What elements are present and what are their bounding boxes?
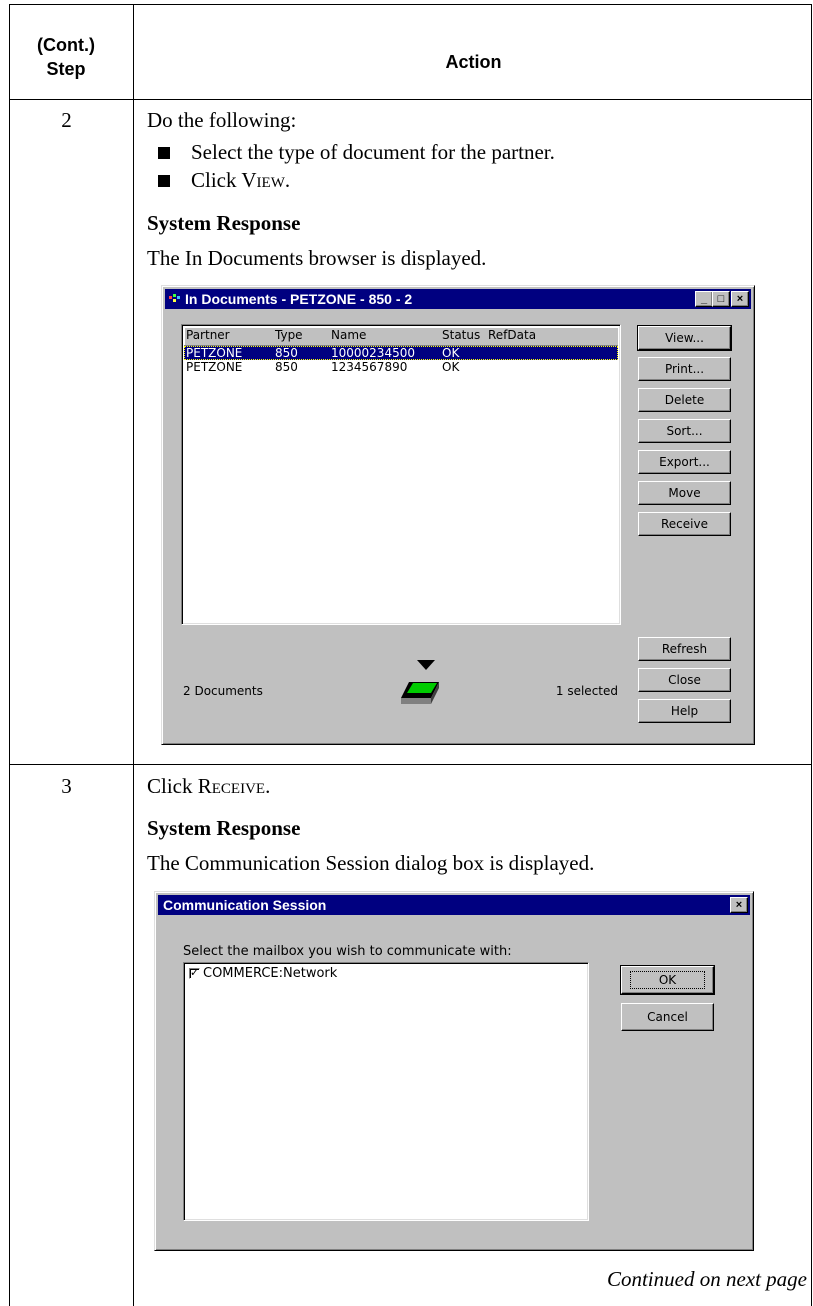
table-border-left bbox=[9, 4, 10, 1306]
cell-partner: PETZONE bbox=[186, 360, 243, 374]
small-caps-rest: IEW bbox=[256, 175, 285, 191]
step-column-header: (Cont.) Step bbox=[10, 33, 122, 81]
move-button[interactable]: Move bbox=[638, 481, 731, 505]
documents-list[interactable]: Partner Type Name Status RefData PETZONE… bbox=[181, 324, 621, 625]
small-caps-rest: ECEIVE bbox=[211, 781, 266, 797]
list-header bbox=[184, 327, 618, 346]
cell-name: 10000234500 bbox=[331, 346, 415, 360]
receive-button[interactable]: Receive bbox=[638, 512, 731, 536]
delete-button[interactable]: Delete bbox=[638, 388, 731, 412]
table-row-rule bbox=[9, 764, 812, 765]
checkmark-icon: ✓ bbox=[190, 966, 200, 979]
step-header-line2: Step bbox=[46, 59, 86, 79]
table-border-top bbox=[9, 4, 812, 5]
continued-note: Continued on next page bbox=[606, 1267, 807, 1291]
bullet-prefix: Click bbox=[191, 168, 242, 192]
minimize-button[interactable]: _ bbox=[695, 291, 713, 307]
table-row[interactable]: PETZONE 850 1234567890 OK bbox=[184, 360, 618, 374]
export-button[interactable]: Export... bbox=[638, 450, 731, 474]
cell-status: OK bbox=[442, 360, 460, 374]
action-column-header: Action bbox=[445, 52, 502, 72]
column-header-type[interactable]: Type bbox=[275, 327, 303, 344]
mailbox-label: COMMERCE:Network bbox=[203, 966, 338, 981]
view-button[interactable]: View... bbox=[637, 325, 732, 351]
step-number: 3 bbox=[61, 774, 72, 798]
bullet-marker bbox=[158, 147, 170, 159]
dialog-titlebar[interactable]: Communication Session × bbox=[158, 895, 750, 915]
cancel-button[interactable]: Cancel bbox=[621, 1003, 714, 1031]
bullet-suffix: . bbox=[284, 168, 291, 192]
mailbox-prompt: Select the mailbox you wish to communica… bbox=[183, 944, 512, 959]
window-title: In Documents - PETZONE - 850 - 2 bbox=[185, 291, 413, 307]
dialog-title: Communication Session bbox=[163, 897, 327, 913]
cell-type: 850 bbox=[275, 346, 298, 360]
table-row[interactable]: PETZONE 850 10000234500 OK bbox=[184, 346, 618, 360]
window-titlebar[interactable]: In Documents - PETZONE - 850 - 2 _ □ × bbox=[165, 289, 751, 309]
communication-session-dialog: Communication Session × Select the mailb… bbox=[154, 891, 754, 1251]
system-response-label: System Response bbox=[147, 816, 301, 840]
help-button[interactable]: Help bbox=[638, 699, 731, 723]
table-border-divider bbox=[133, 4, 134, 1306]
document-count: 2 Documents bbox=[183, 684, 263, 698]
system-response-text: The Communication Session dialog box is … bbox=[147, 851, 595, 875]
step-number: 2 bbox=[61, 108, 72, 132]
column-header-status[interactable]: Status bbox=[442, 327, 480, 344]
app-icon bbox=[169, 294, 180, 302]
system-response-label: System Response bbox=[147, 211, 301, 235]
instruction-prefix: Click bbox=[147, 774, 198, 798]
refresh-button[interactable]: Refresh bbox=[638, 637, 731, 661]
bullet-item: Click VIEW. bbox=[191, 168, 290, 193]
selected-count: 1 selected bbox=[555, 684, 618, 698]
column-header-refdata[interactable]: RefData bbox=[488, 327, 536, 344]
small-caps-initial: V bbox=[241, 168, 257, 192]
ok-button-label: OK bbox=[629, 971, 706, 989]
small-caps-initial: R bbox=[197, 774, 212, 798]
maximize-button[interactable]: □ bbox=[712, 291, 730, 307]
inbox-tray-icon bbox=[401, 660, 439, 704]
close-window-button[interactable]: Close bbox=[638, 668, 731, 692]
bullet-item: Select the type of document for the part… bbox=[191, 140, 555, 164]
column-header-partner[interactable]: Partner bbox=[186, 327, 230, 344]
table-border-right bbox=[811, 4, 812, 1306]
sort-button[interactable]: Sort... bbox=[638, 419, 731, 443]
cell-partner: PETZONE bbox=[186, 346, 243, 360]
system-response-text: The In Documents browser is displayed. bbox=[147, 246, 487, 270]
mailbox-checkbox[interactable]: ✓ bbox=[189, 966, 200, 979]
cell-status: OK bbox=[442, 346, 460, 360]
close-button[interactable]: × bbox=[730, 897, 748, 913]
cell-type: 850 bbox=[275, 360, 298, 374]
close-button[interactable]: × bbox=[731, 291, 749, 307]
step-intro: Do the following: bbox=[147, 108, 297, 132]
mailbox-list[interactable]: ✓ COMMERCE:Network bbox=[183, 962, 589, 1221]
ok-button[interactable]: OK bbox=[620, 965, 715, 995]
document-page: (Cont.) Step Action 2 Do the following: … bbox=[0, 0, 813, 1306]
in-documents-window: In Documents - PETZONE - 850 - 2 _ □ × P… bbox=[161, 285, 755, 745]
bullet-marker bbox=[158, 175, 170, 187]
table-header-rule bbox=[9, 99, 812, 100]
print-button[interactable]: Print... bbox=[638, 357, 731, 381]
step-instruction: Click RECEIVE. bbox=[147, 774, 270, 799]
instruction-suffix: . bbox=[265, 774, 271, 798]
column-header-name[interactable]: Name bbox=[331, 327, 366, 344]
mailbox-item[interactable]: ✓ COMMERCE:Network bbox=[186, 965, 486, 983]
cell-name: 1234567890 bbox=[331, 360, 408, 374]
step-header-line1: (Cont.) bbox=[37, 35, 95, 55]
